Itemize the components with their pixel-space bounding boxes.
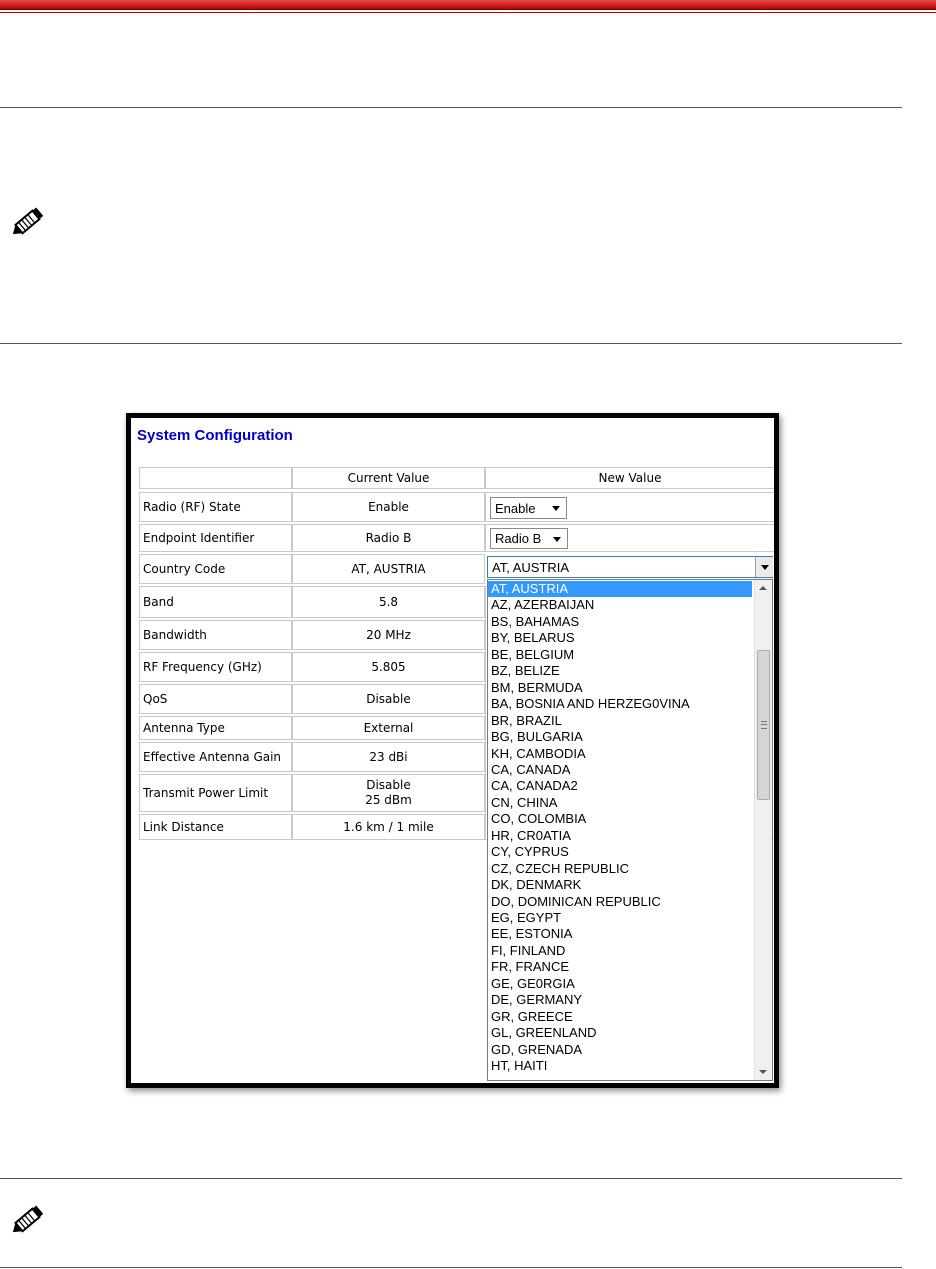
dropdown-option[interactable]: BE, BELGIUM: [488, 647, 752, 663]
row-current-value: Enable: [292, 492, 485, 522]
row-label: Radio (RF) State: [139, 492, 292, 522]
dropdown-option[interactable]: BG, BULGARIA: [488, 729, 752, 745]
dropdown-option[interactable]: DK, DENMARK: [488, 877, 752, 893]
row-current-value: 23 dBi: [292, 742, 485, 772]
row-current-value: Disable: [292, 684, 485, 714]
page-title: System Configuration: [137, 427, 293, 444]
dropdown-option[interactable]: CY, CYPRUS: [488, 844, 752, 860]
country-code-selected: AT, AUSTRIA: [492, 559, 570, 575]
chevron-down-icon: [553, 536, 561, 542]
row-label: Country Code: [139, 554, 292, 584]
dropdown-option[interactable]: AT, AUSTRIA: [488, 581, 752, 597]
dropdown-option[interactable]: BZ, BELIZE: [488, 663, 752, 679]
rf-state-selected: Enable: [495, 500, 536, 516]
row-current-value: 1.6 km / 1 mile: [292, 814, 485, 840]
row-label: Endpoint Identifier: [139, 524, 292, 552]
dropdown-option[interactable]: BM, BERMUDA: [488, 680, 752, 696]
row-current-value: Radio B: [292, 524, 485, 552]
grip-icon: [761, 721, 767, 729]
endpoint-selected: Radio B: [495, 531, 542, 546]
dropdown-option[interactable]: BS, BAHAMAS: [488, 614, 752, 630]
row-label: Band: [139, 586, 292, 618]
dropdown-option[interactable]: CA, CANADA: [488, 762, 752, 778]
row-current-value: 5.8: [292, 586, 485, 618]
note2-bottom-rule: [0, 1267, 902, 1268]
row-label: Link Distance: [139, 814, 292, 840]
row-label: Transmit Power Limit: [139, 774, 292, 812]
dropdown-option[interactable]: FR, FRANCE: [488, 959, 752, 975]
scroll-up-icon[interactable]: [759, 586, 767, 590]
chevron-down-icon: [761, 565, 769, 570]
pen-icon: [12, 1205, 44, 1233]
header-red-bar: [0, 0, 936, 10]
dropdown-option[interactable]: FI, FINLAND: [488, 943, 752, 959]
dropdown-option[interactable]: CA, CANADA2: [488, 778, 752, 794]
note-top-rule: [0, 107, 902, 108]
dropdown-option[interactable]: EG, EGYPT: [488, 910, 752, 926]
dropdown-option[interactable]: GR, GREECE: [488, 1009, 752, 1025]
dropdown-option[interactable]: DO, DOMINICAN REPUBLIC: [488, 894, 752, 910]
rf-state-select[interactable]: Enable: [490, 497, 567, 519]
country-code-select[interactable]: AT, AUSTRIA: [487, 556, 773, 578]
header-red-rule: [0, 12, 936, 13]
dropdown-option[interactable]: BY, BELARUS: [488, 630, 752, 646]
row-current-value: Disable 25 dBm: [292, 774, 485, 812]
tx-limit-state: Disable: [366, 778, 411, 792]
dropdown-option[interactable]: CO, COLOMBIA: [488, 811, 752, 827]
row-current-value: 20 MHz: [292, 620, 485, 650]
tx-limit-power: 25 dBm: [365, 793, 412, 807]
header-new-value: New Value: [485, 467, 774, 489]
row-new-value-cell: Radio B: [485, 524, 774, 552]
dropdown-option[interactable]: EE, ESTONIA: [488, 926, 752, 942]
dropdown-option[interactable]: AZ, AZERBAIJAN: [488, 597, 752, 613]
dropdown-option[interactable]: DE, GERMANY: [488, 992, 752, 1008]
row-label: Bandwidth: [139, 620, 292, 650]
row-current-value: External: [292, 716, 485, 740]
country-code-select-button[interactable]: [755, 557, 773, 577]
chevron-down-icon: [552, 506, 560, 511]
note-bottom-rule: [0, 343, 902, 344]
endpoint-select[interactable]: Radio B: [490, 528, 568, 549]
dropdown-option[interactable]: GD, GRENADA: [488, 1042, 752, 1058]
note2-top-rule: [0, 1178, 902, 1179]
dropdown-option[interactable]: CN, CHINA: [488, 795, 752, 811]
row-current-value: 5.805: [292, 652, 485, 682]
scrollbar-thumb[interactable]: [757, 650, 770, 800]
row-label: Effective Antenna Gain: [139, 742, 292, 772]
dropdown-option[interactable]: HT, HAITI: [488, 1058, 752, 1074]
dropdown-option[interactable]: HR, CR0ATIA: [488, 828, 752, 844]
country-code-dropdown-list[interactable]: AT, AUSTRIA AZ, AZERBAIJAN BS, BAHAMAS BY, …: [487, 579, 773, 1081]
dropdown-option[interactable]: BR, BRAZIL: [488, 713, 752, 729]
row-current-value: AT, AUSTRIA: [292, 554, 485, 584]
dropdown-option[interactable]: KH, CAMBODIA: [488, 746, 752, 762]
dropdown-option[interactable]: CZ, CZECH REPUBLIC: [488, 861, 752, 877]
dropdown-scrollbar[interactable]: [754, 580, 772, 1080]
header-blank: [139, 467, 292, 489]
pen-icon: [12, 207, 44, 235]
row-label: QoS: [139, 684, 292, 714]
row-label: RF Frequency (GHz): [139, 652, 292, 682]
header-current-value: Current Value: [292, 467, 485, 489]
system-configuration-screenshot: System Configuration Current Value New V…: [126, 413, 779, 1088]
row-label: Antenna Type: [139, 716, 292, 740]
dropdown-option[interactable]: GL, GREENLAND: [488, 1025, 752, 1041]
scroll-down-icon[interactable]: [759, 1070, 767, 1074]
dropdown-option[interactable]: BA, BOSNIA AND HERZEG0VINA: [488, 696, 752, 712]
row-new-value-cell: Enable: [485, 492, 774, 522]
dropdown-option[interactable]: GE, GE0RGIA: [488, 976, 752, 992]
